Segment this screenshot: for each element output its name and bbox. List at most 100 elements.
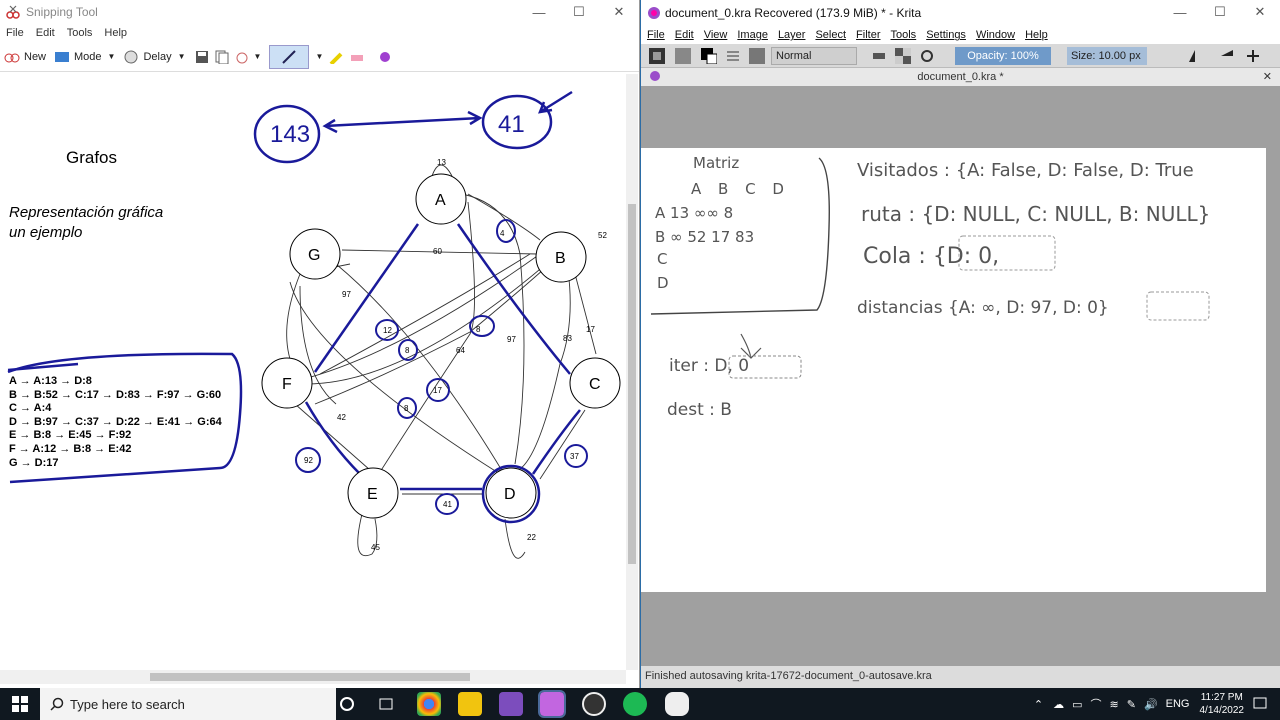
- node-g-label: G: [308, 247, 320, 264]
- snip-vertical-scrollbar[interactable]: [626, 74, 638, 670]
- arrow-143-41: [322, 110, 483, 134]
- node-f-label: F: [282, 376, 292, 393]
- task-view-icon[interactable]: [378, 696, 394, 712]
- alpha-lock-icon[interactable]: [895, 47, 911, 64]
- node-e-label: E: [367, 486, 378, 503]
- wrap-icon[interactable]: [1245, 48, 1261, 64]
- svg-text:13: 13: [437, 158, 446, 167]
- krita-page[interactable]: Matriz A B C D A 13 ∞∞ 8 B ∞ 52 17 83 C …: [641, 148, 1266, 592]
- language-indicator[interactable]: ENG: [1166, 698, 1190, 710]
- blend-mode-select[interactable]: Normal: [771, 46, 857, 65]
- pen-button[interactable]: [269, 44, 310, 69]
- highlighter-icon[interactable]: [329, 50, 345, 64]
- svg-text:64: 64: [456, 346, 465, 355]
- krita-menu-image[interactable]: Image: [737, 29, 768, 41]
- svg-text:92: 92: [304, 456, 313, 465]
- mode-button[interactable]: Mode ▼: [54, 50, 115, 64]
- opacity-slider[interactable]: Opacity: 100%: [955, 46, 1051, 65]
- krita-menu-select[interactable]: Select: [815, 29, 846, 41]
- snip-toolbar: New Mode ▼ Delay ▼ ▼ ▼: [0, 42, 639, 72]
- krita-menu-view[interactable]: View: [704, 29, 728, 41]
- svg-text:17: 17: [433, 386, 442, 395]
- krita-menu-edit[interactable]: Edit: [675, 29, 694, 41]
- chrome-icon[interactable]: [417, 692, 441, 716]
- note-iter: iter : D, 0: [669, 356, 750, 376]
- maximize-button[interactable]: ☐: [559, 0, 599, 24]
- krita-document-tab[interactable]: document_0.kra * ✕: [641, 68, 1280, 86]
- battery-icon[interactable]: ▭: [1072, 698, 1082, 711]
- file-explorer-icon[interactable]: [458, 692, 482, 716]
- krita-taskbar-icon[interactable]: [538, 690, 566, 718]
- delay-button[interactable]: Delay ▼: [123, 50, 186, 64]
- eraser-mode-icon[interactable]: [871, 48, 887, 64]
- note-visitados: Visitados : {A: False, D: False, D: True: [857, 160, 1194, 181]
- krita-menu-settings[interactable]: Settings: [926, 29, 966, 41]
- obs-icon[interactable]: [582, 692, 606, 716]
- note-ruta: ruta : {D: NULL, C: NULL, B: NULL}: [861, 202, 1211, 226]
- menu-edit[interactable]: Edit: [36, 27, 55, 39]
- svg-text:60: 60: [433, 247, 442, 256]
- krita-menu-file[interactable]: File: [647, 29, 665, 41]
- brush-settings-icon[interactable]: [725, 48, 741, 64]
- svg-text:22: 22: [527, 533, 536, 542]
- save-icon[interactable]: [194, 50, 210, 64]
- windows-start-icon[interactable]: [12, 696, 28, 712]
- krita-maximize-button[interactable]: ☐: [1200, 0, 1240, 24]
- krita-menu-layer[interactable]: Layer: [778, 29, 806, 41]
- krita-menubar: File Edit View Image Layer Select Filter…: [641, 26, 1280, 44]
- krita-menu-help[interactable]: Help: [1025, 29, 1048, 41]
- krita-window: document_0.kra Recovered (173.9 MiB) * -…: [641, 0, 1280, 688]
- krita-minimize-button[interactable]: —: [1160, 0, 1200, 24]
- snip-horizontal-scrollbar[interactable]: [0, 670, 626, 684]
- snipping-taskbar-icon[interactable]: [665, 692, 689, 716]
- taskbar-search-box[interactable]: Type here to search: [40, 688, 336, 720]
- taskbar-clock[interactable]: 11:27 PM 4/14/2022: [1200, 691, 1245, 717]
- menu-help[interactable]: Help: [104, 27, 127, 39]
- krita-menu-filter[interactable]: Filter: [856, 29, 880, 41]
- copy-icon[interactable]: [214, 50, 230, 64]
- minimize-button[interactable]: —: [519, 0, 559, 24]
- pattern-icon[interactable]: [675, 47, 691, 64]
- cortana-icon[interactable]: [339, 696, 355, 712]
- size-slider[interactable]: Size: 10.00 px: [1067, 46, 1147, 65]
- system-tray: ⌃ ☁ ▭ ⌒ ≋ ✎ 🔊 ENG 11:27 PM 4/14/2022: [1034, 688, 1244, 720]
- cloud-icon[interactable]: ☁: [1053, 698, 1064, 711]
- krita-statusbar: Finished autosaving krita-17672-document…: [641, 666, 1280, 686]
- menu-file[interactable]: File: [6, 27, 24, 39]
- krita-menu-tools[interactable]: Tools: [891, 29, 917, 41]
- menu-tools[interactable]: Tools: [67, 27, 93, 39]
- new-snip-icon: [4, 53, 20, 62]
- pen-tray-icon[interactable]: ✎: [1127, 698, 1136, 711]
- list-ink-outline: [7, 352, 243, 484]
- clock-time: 11:27 PM: [1200, 692, 1243, 703]
- mirror-vertical-icon[interactable]: [1219, 48, 1235, 64]
- new-button[interactable]: New: [4, 50, 46, 64]
- snip-menubar: File Edit Tools Help: [0, 24, 639, 42]
- tray-chevron-icon[interactable]: ⌃: [1034, 698, 1043, 711]
- wifi-icon[interactable]: ≋: [1110, 698, 1119, 711]
- notifications-icon[interactable]: [1252, 696, 1268, 712]
- tab-close-icon[interactable]: ✕: [1263, 70, 1272, 83]
- reload-icon[interactable]: [919, 48, 935, 64]
- krita-canvas-area[interactable]: Matriz A B C D A 13 ∞∞ 8 B ∞ 52 17 83 C …: [641, 86, 1280, 666]
- brush-preset-icon[interactable]: [749, 47, 765, 64]
- color-swatch-icon[interactable]: [701, 47, 717, 64]
- windows-taskbar: Type here to search ⌃ ☁ ▭ ⌒ ≋ ✎ 🔊 ENG 11…: [0, 688, 1280, 720]
- spotify-icon[interactable]: [623, 692, 647, 716]
- network-icon[interactable]: ⌒: [1091, 696, 1102, 712]
- krita-toolbar: Normal Opacity: 100% Size: 10.00 px: [641, 44, 1280, 68]
- paint3d-icon[interactable]: [377, 50, 393, 64]
- mirror-horizontal-icon[interactable]: [1187, 48, 1203, 64]
- visual-studio-icon[interactable]: [499, 692, 523, 716]
- note-row-d: D: [657, 274, 669, 292]
- krita-menu-window[interactable]: Window: [976, 29, 1015, 41]
- send-icon[interactable]: [234, 50, 250, 64]
- eraser-icon[interactable]: [349, 50, 365, 64]
- snip-canvas: Grafos Representación gráfica un ejemplo…: [0, 74, 626, 670]
- volume-icon[interactable]: 🔊: [1144, 698, 1158, 711]
- krita-close-button[interactable]: ✕: [1240, 0, 1280, 24]
- close-button[interactable]: ✕: [599, 0, 639, 24]
- svg-text:52: 52: [598, 231, 607, 240]
- document-icon: [650, 71, 660, 81]
- gradient-icon[interactable]: [649, 47, 665, 64]
